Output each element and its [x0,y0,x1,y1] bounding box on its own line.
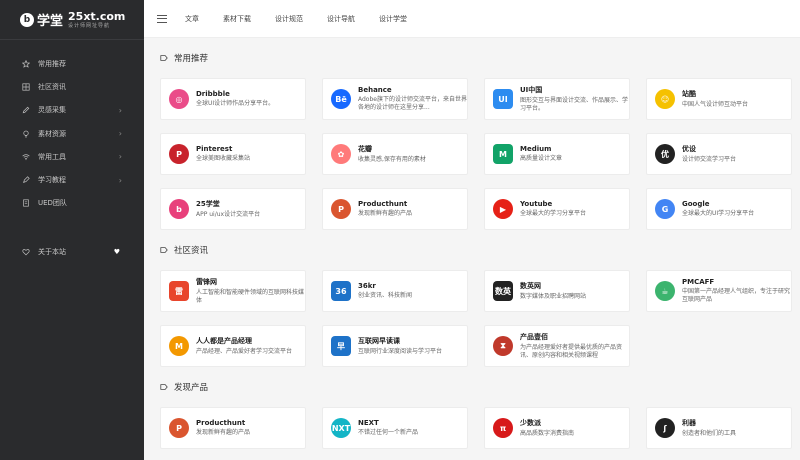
sidebar-item-label: UED团队 [38,199,67,208]
25xt-icon: b [169,199,189,219]
ui-china-icon: UI [493,89,513,109]
section-title: 社区资讯 [160,244,208,256]
36kr-icon: 36 [331,281,351,301]
logo-mark-icon: b [20,12,34,27]
chevron-right-icon: › [118,152,122,162]
sidebar-item-label: 社区资讯 [38,82,66,91]
chevron-right-icon: › [118,105,122,115]
site-card[interactable]: P Producthunt 发现新鲜有趣的产品 [322,188,468,230]
site-card[interactable]: ʃ 利器 创造者和他们的工具 [646,407,792,449]
site-card[interactable]: b 25学堂 APP ui/ux设计交流平台 [160,188,306,230]
sidebar-item-community[interactable]: 社区资讯 [0,75,144,98]
liqi-icon: ʃ [655,418,675,438]
heart-icon: ♥ [113,247,120,256]
site-card[interactable]: M Medium 高质量设计文章 [484,133,630,175]
medium-icon: M [493,144,513,164]
site-card[interactable]: 雷 雷锋网 人工智能和智能硬件领域的互联网科技媒体 [160,270,306,312]
star-icon [22,59,30,68]
woshipm-icon: M [169,336,189,356]
site-card[interactable]: ⧗ 产品壹佰 为产品经理爱好者提供最优质的产品资讯、原创内容和相关视频课程 [484,325,630,367]
dribbble-icon: ◎ [169,89,189,109]
hamburger-menu-icon[interactable] [157,14,167,23]
sidebar: b 学堂 25xt.com 设计师网址导航 常用推荐 社区资讯 灵感采集 › 素… [0,0,144,460]
sidebar-item-label: 关于本站 [38,247,66,256]
chevron-right-icon: › [118,175,122,185]
site-card[interactable]: ☕ PMCAFF 中国第一产品经理人气组织，专注于研究互联网产品 [646,270,792,312]
main-content: 常用推荐 社区资讯 发现产品 ◎ Dribbble 全球UI设计师作品分享平台。 … [144,38,800,460]
sspai-icon: π [493,418,513,438]
sidebar-item-about[interactable]: 关于本站 ♥ [0,240,144,263]
sidebar-item-inspiration[interactable]: 灵感采集 › [0,99,144,122]
site-card[interactable]: 早 互联网早读课 互联网行业深度阅读与学习平台 [322,325,468,367]
site-card[interactable]: NXT NEXT 不错过任何一个新产品 [322,407,468,449]
site-card[interactable]: P Pinterest 全球美图收藏采集站 [160,133,306,175]
topnav-downloads[interactable]: 素材下载 [223,14,251,24]
sidebar-item-label: 学习教程 [38,176,66,185]
logo-chinese-text: 学堂 [37,14,64,29]
sidebar-nav: 常用推荐 社区资讯 灵感采集 › 素材资源 › 常用工具 › 学习教程 › UE… [0,40,144,263]
top-navbar: 文章 素材下载 设计规范 设计导航 设计学堂 [144,0,800,38]
behance-icon: Bē [331,89,351,109]
topnav-guidelines[interactable]: 设计规范 [275,14,303,24]
sidebar-item-tools[interactable]: 常用工具 › [0,145,144,168]
section-title: 常用推荐 [160,52,208,64]
sidebar-item-ued[interactable]: UED团队 [0,192,144,215]
site-card[interactable]: π 少数派 高品质数字消费指南 [484,407,630,449]
wifi-icon [22,153,30,161]
logo-subtitle: 设计师网址导航 [68,22,111,29]
uisdc-icon: 优 [655,144,675,164]
site-card[interactable]: Bē Behance Adobe旗下的设计师交流平台，来自世界各地的设计师在这里分… [322,78,468,120]
sidebar-item-label: 灵感采集 [38,106,66,115]
tag-icon [160,384,168,390]
site-card[interactable]: G Google 全球最大的UI学习分享平台 [646,188,792,230]
site-card[interactable]: UI UI中国 图形交互与界面设计交流、作品展示、学习平台。 [484,78,630,120]
leiphone-icon: 雷 [169,281,189,301]
site-card[interactable]: ✿ 花瓣 收集灵感,保存有用的素材 [322,133,468,175]
pinterest-icon: P [169,144,189,164]
section-title: 发现产品 [160,381,208,393]
youtube-icon: ▶ [493,199,513,219]
digitaling-icon: 数英 [493,281,513,301]
site-card[interactable]: P Producthunt 发现新鲜有趣的产品 [160,407,306,449]
sidebar-item-resources[interactable]: 素材资源 › [0,122,144,145]
topnav-academy[interactable]: 设计学堂 [379,14,407,24]
site-logo[interactable]: b 学堂 25xt.com 设计师网址导航 [0,0,144,40]
huaban-icon: ✿ [331,144,351,164]
site-card[interactable]: 优 优设 设计师交流学习平台 [646,133,792,175]
google-icon: G [655,199,675,219]
topnav-articles[interactable]: 文章 [185,14,199,24]
sidebar-item-recommend[interactable]: 常用推荐 [0,52,144,75]
grid-icon [22,83,30,91]
chevron-right-icon: › [118,129,122,139]
site-card[interactable]: ◎ Dribbble 全球UI设计师作品分享平台。 [160,78,306,120]
producthunt-icon: P [331,199,351,219]
site-card[interactable]: ☺ 站酷 中国人气设计师互动平台 [646,78,792,120]
sidebar-item-label: 常用工具 [38,152,66,161]
pmcaff-icon: ☕ [655,281,675,301]
tag-icon [160,247,168,253]
site-card[interactable]: 数英 数英网 数字媒体及职业招聘网站 [484,270,630,312]
zaodula-icon: 早 [331,336,351,356]
logo-domain-text: 25xt.com [68,9,126,23]
site-card[interactable]: ▶ Youtube 全球最大的学习分享平台 [484,188,630,230]
topnav-design-nav[interactable]: 设计导航 [327,14,355,24]
zcool-icon: ☺ [655,89,675,109]
producthunt-icon: P [169,418,189,438]
heart-outline-icon [22,248,30,256]
site-card[interactable]: M 人人都是产品经理 产品经理、产品爱好者学习交流平台 [160,325,306,367]
doc-icon [22,199,30,207]
next-icon: NXT [331,418,351,438]
sidebar-item-label: 常用推荐 [38,59,66,68]
sidebar-item-tutorials[interactable]: 学习教程 › [0,168,144,191]
chanpin100-icon: ⧗ [493,336,513,356]
pencil-icon [22,106,30,114]
tag-icon [160,55,168,61]
pen-icon [22,176,30,184]
sidebar-item-label: 素材资源 [38,129,66,138]
bulb-icon [22,130,30,138]
site-card[interactable]: 36 36kr 创业资讯、科技新闻 [322,270,468,312]
